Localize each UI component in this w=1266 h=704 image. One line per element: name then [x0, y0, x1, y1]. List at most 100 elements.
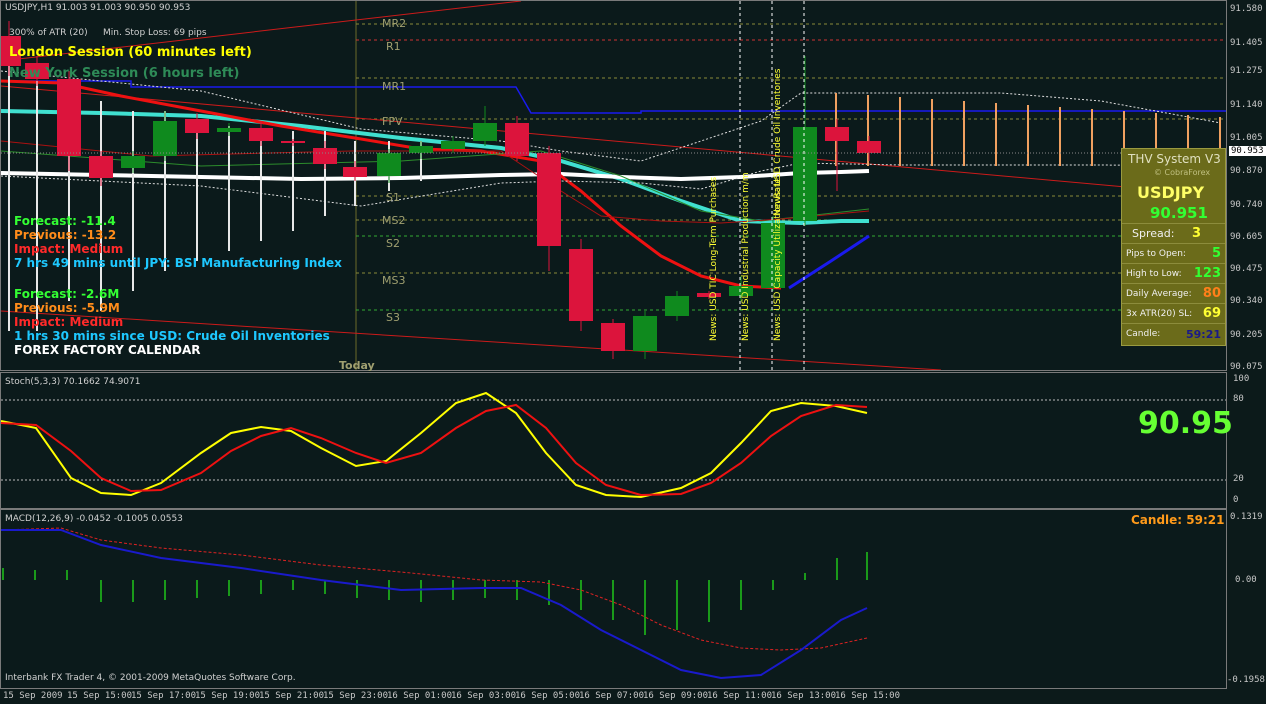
- news-label-4: News: USD Crude Oil Inventories: [773, 68, 783, 216]
- calendar-event-1: Forecast: -11.4 Previous: -13.2 Impact: …: [14, 214, 342, 270]
- event1-countdown: 7 hrs 49 mins until JPY: BSI Manufacturi…: [14, 256, 342, 270]
- news-label-1: News: USD TIC Long-Term Purchases: [709, 176, 719, 341]
- thv-spread-label: Spread:: [1132, 227, 1175, 240]
- price-pane[interactable]: USDJPY,H1 91.003 91.003 90.950 90.953 30…: [0, 0, 1227, 372]
- time-axis-label: 15 Sep 23:00: [323, 691, 389, 701]
- time-axis-label: 16 Sep 15:00: [835, 691, 901, 701]
- stoch-big-price: 90.95: [1138, 406, 1233, 441]
- price-scale-label: 90.740: [1230, 200, 1263, 210]
- macd-label: MACD(12,26,9) -0.0452 -0.1005 0.0553: [5, 514, 183, 524]
- thv-title: THV System V3: [1128, 152, 1221, 166]
- thv-pips-label: Pips to Open:: [1126, 249, 1186, 259]
- thv-info-panel: THV System V3 © CobraForex USDJPY 90.951…: [1121, 148, 1226, 346]
- thv-hl-row: High to Low: 123: [1122, 263, 1225, 284]
- event2-impact: Impact: Medium: [14, 315, 124, 329]
- price-scale-label: 90.075: [1230, 362, 1263, 372]
- newyork-session: New York Session (6 hours left): [9, 66, 240, 81]
- time-axis-label: 15 Sep 17:00: [131, 691, 197, 701]
- macd-scale-top: 0.1319: [1230, 512, 1263, 522]
- candle: [57, 71, 81, 171]
- pivot-label-mr2: MR2: [382, 17, 407, 30]
- calendar-title: FOREX FACTORY CALENDAR: [14, 343, 201, 357]
- thv-pips-row: Pips to Open: 5: [1122, 243, 1225, 264]
- time-axis-label: 15 Sep 2009: [3, 691, 63, 701]
- pivot-label-s1: S1: [386, 191, 400, 204]
- london-session: London Session (60 minutes left): [9, 45, 252, 60]
- atr-label: 300% of ATR (20): [9, 28, 88, 38]
- event1-forecast: Forecast: -11.4: [14, 214, 116, 228]
- time-axis[interactable]: 15 Sep 2009 15 Sep 15:00 15 Sep 17:00 15 Se…: [0, 689, 1227, 704]
- event1-impact: Impact: Medium: [14, 242, 124, 256]
- chart-window: USDJPY,H1 91.003 91.003 90.950 90.953 30…: [0, 0, 1266, 704]
- news-label-2: News: USD Industrial Production m/m: [741, 172, 751, 341]
- time-axis-label: 15 Sep 15:00: [67, 691, 133, 701]
- macd-candle-text: Candle: 59:21: [1131, 513, 1225, 527]
- thv-candle-row: Candle: 59:21: [1122, 323, 1225, 344]
- price-scale-label: 90.205: [1230, 330, 1263, 340]
- price-scale-label: 91.140: [1230, 100, 1263, 110]
- pivot-label-mr1: MR1: [382, 80, 407, 93]
- thv-hl: 123: [1193, 266, 1221, 281]
- today-label: Today: [339, 359, 375, 372]
- thv-pair: USDJPY: [1137, 183, 1205, 202]
- thv-price: 90.951: [1150, 204, 1208, 222]
- pivot-label-s3: S3: [386, 311, 400, 324]
- event1-previous: Previous: -13.2: [14, 228, 117, 242]
- price-scale-label: 90.605: [1230, 232, 1263, 242]
- thv-atr: 69: [1202, 306, 1221, 321]
- macd-chart: [1, 527, 868, 680]
- thv-spread: 3: [1191, 226, 1201, 241]
- stoch-scale-20: 20: [1233, 474, 1244, 484]
- thv-atr-label: 3x ATR(20) SL:: [1126, 309, 1193, 319]
- stoch-label: Stoch(5,3,3) 70.1662 74.9071: [5, 377, 141, 387]
- price-scale-label: 91.005: [1230, 133, 1263, 143]
- thv-avg: 80: [1202, 286, 1221, 301]
- price-scale-label: 91.580: [1230, 4, 1263, 14]
- macd-scale: 0.1319 0.00 -0.1958: [1227, 509, 1266, 689]
- time-axis-label: 16 Sep 03:00: [451, 691, 517, 701]
- time-axis-label: 16 Sep 05:00: [515, 691, 581, 701]
- candle: [569, 239, 593, 331]
- current-price-tag: 90.953: [1229, 146, 1266, 156]
- copyright: Interbank FX Trader 4, © 2001-2009 MetaQ…: [5, 673, 296, 683]
- macd-scale-zero: 0.00: [1235, 575, 1257, 585]
- time-axis-label: 16 Sep 11:00: [707, 691, 773, 701]
- thv-hl-label: High to Low:: [1126, 269, 1182, 279]
- stochastic-chart: [1, 391, 1226, 499]
- thv-candle: 59:21: [1185, 328, 1221, 341]
- price-scale-label: 91.275: [1230, 66, 1263, 76]
- thv-pips: 5: [1211, 246, 1221, 261]
- price-scale-label: 90.340: [1230, 296, 1263, 306]
- event2-forecast: Forecast: -2.6M: [14, 287, 120, 301]
- event2-countdown: 1 hrs 30 mins since USD: Crude Oil Inven…: [14, 329, 330, 343]
- event2-previous: Previous: -5.9M: [14, 301, 120, 315]
- macd-pane[interactable]: MACD(12,26,9) -0.0452 -0.1005 0.0553 Can…: [0, 509, 1227, 689]
- time-axis-label: 16 Sep 01:00: [387, 691, 453, 701]
- thv-avg-label: Daily Average:: [1126, 289, 1192, 299]
- thv-atr-row: 3x ATR(20) SL: 69: [1122, 303, 1225, 324]
- thv-avg-row: Daily Average: 80: [1122, 283, 1225, 304]
- pivot-label-ms3: MS3: [382, 274, 406, 287]
- time-axis-label: 15 Sep 19:00: [195, 691, 261, 701]
- stoch-scale: 100 80 20 0: [1227, 372, 1266, 509]
- stochastic-pane[interactable]: Stoch(5,3,3) 70.1662 74.9071 90.95: [0, 372, 1233, 509]
- price-scale-label: 90.475: [1230, 264, 1263, 274]
- time-axis-label: 15 Sep 21:00: [259, 691, 325, 701]
- pivot-label-r1: R1: [386, 40, 401, 53]
- calendar-event-2: Forecast: -2.6M Previous: -5.9M Impact: …: [14, 287, 330, 357]
- stoch-scale-0: 0: [1233, 495, 1239, 505]
- stoch-scale-100: 100: [1233, 374, 1250, 384]
- pivot-label-s2: S2: [386, 237, 400, 250]
- thv-brand: © CobraForex: [1154, 168, 1211, 177]
- pivot-label-fpv: FPV: [382, 115, 403, 128]
- price-scale-label: 90.870: [1230, 166, 1263, 176]
- price-scale-label: 91.405: [1230, 38, 1263, 48]
- price-scale[interactable]: 91.580 91.405 91.275 91.140 91.005 90.870 90.7…: [1227, 0, 1266, 372]
- stop-loss-label: Min. Stop Loss: 69 pips: [103, 28, 207, 38]
- stoch-scale-80: 80: [1233, 394, 1244, 404]
- macd-scale-bottom: -0.1958: [1227, 675, 1265, 685]
- symbol-info: USDJPY,H1 91.003 91.003 90.950 90.953: [5, 3, 191, 13]
- time-axis-label: 16 Sep 09:00: [643, 691, 709, 701]
- pivot-label-ms2: MS2: [382, 214, 406, 227]
- time-axis-label: 16 Sep 07:00: [579, 691, 645, 701]
